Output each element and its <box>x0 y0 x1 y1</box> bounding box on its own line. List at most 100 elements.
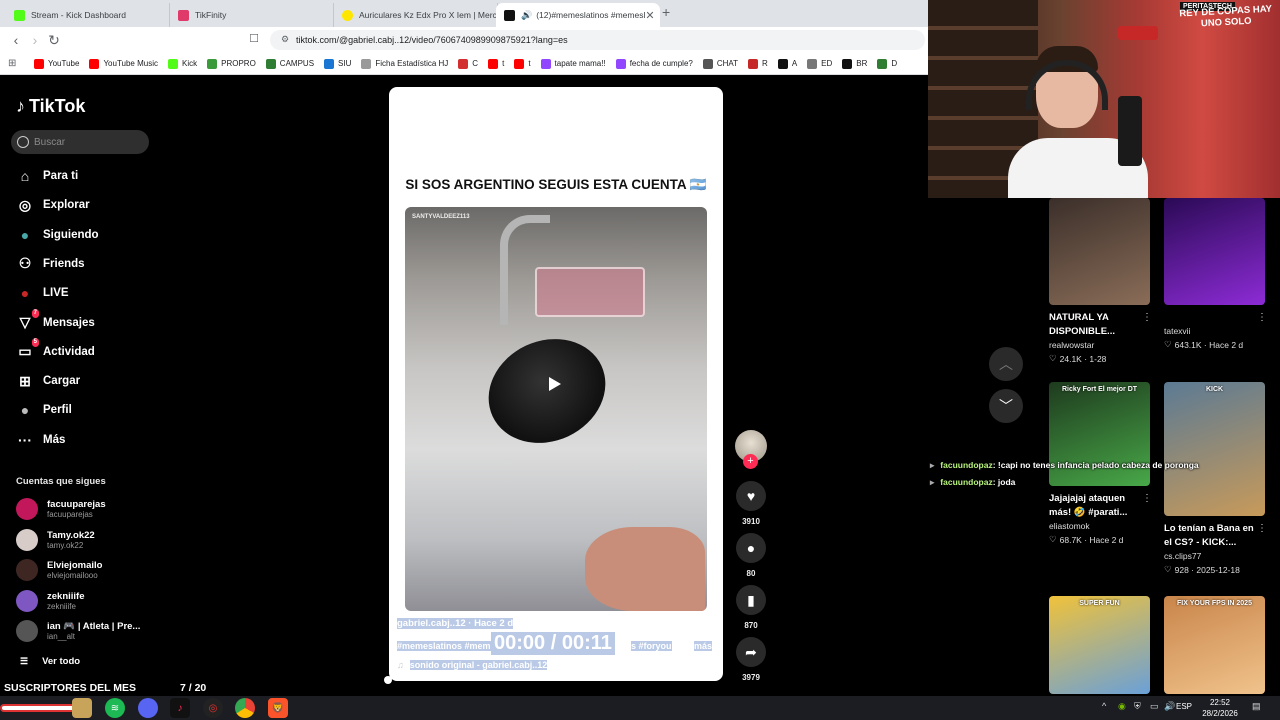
bookmark-item[interactable]: CAMPUS <box>265 58 314 69</box>
sidebar-item-siguiendo[interactable]: ● Siguiendo <box>16 225 99 245</box>
bookmark-item[interactable]: C <box>458 58 478 69</box>
video-author[interactable]: eliastomok <box>1049 521 1090 531</box>
tab-tiktok-active[interactable]: 🔊 (12)#memeslatinos #memesl ✕ <box>496 3 660 27</box>
video-player[interactable]: SANTYVALDEEZ113 <box>405 207 707 611</box>
sidebar-item-live[interactable]: ● LIVE <box>16 283 69 303</box>
more-button[interactable]: más <box>694 641 713 651</box>
network-icon[interactable]: ▭ <box>1150 701 1159 712</box>
progress-handle[interactable] <box>384 676 392 684</box>
bookmark-item[interactable]: tapate mama!! <box>540 58 606 69</box>
back-icon[interactable]: ‹ <box>8 32 24 48</box>
sidebar-item-explorar[interactable]: ◎ Explorar <box>16 195 90 215</box>
following-account[interactable]: Elviejomailo elviejomailooo <box>16 559 102 581</box>
follow-plus-icon[interactable]: + <box>743 454 758 469</box>
video-author[interactable]: realwowstar <box>1049 340 1094 350</box>
close-tab-icon[interactable]: ✕ <box>645 9 654 22</box>
notifications-icon[interactable]: ▤ <box>1252 701 1261 712</box>
video-title[interactable]: Jajajajaj ataquen más! 🤣 #parati... <box>1049 492 1144 520</box>
following-account[interactable]: ian 🎮 | Atleta | Pre... ian__alt <box>16 620 140 642</box>
bookmark-item[interactable]: ED <box>807 58 832 69</box>
bookmark-item[interactable]: YouTube Music <box>89 58 158 69</box>
video-hashtags[interactable]: #memeslatinos #mem <box>397 641 491 651</box>
video-author[interactable]: tatexvii <box>1164 326 1190 336</box>
new-tab-button[interactable]: + <box>662 4 670 20</box>
search-input[interactable]: Buscar <box>11 130 149 154</box>
brave-icon[interactable]: 🦁 <box>268 698 288 718</box>
language-indicator[interactable]: ESP <box>1176 702 1192 711</box>
tab-tikfinity[interactable]: TikFinity <box>170 3 334 27</box>
spotify-icon[interactable]: ≋ <box>105 698 125 718</box>
bookmark-item[interactable]: PROPRO <box>207 58 256 69</box>
bookmark-page-icon[interactable]: ☐ <box>246 32 262 45</box>
tiktok-taskbar-icon[interactable]: ♪ <box>170 698 190 718</box>
volume-icon[interactable]: 🔊 <box>1164 701 1175 712</box>
file-explorer-icon[interactable] <box>72 698 92 718</box>
obs-icon[interactable]: ◎ <box>203 698 223 718</box>
sidebar-item-actividad[interactable]: ▭ 5 Actividad <box>16 337 95 362</box>
nvidia-icon[interactable]: ◉ <box>1118 701 1126 712</box>
tray-chevron-icon[interactable]: ^ <box>1102 701 1106 711</box>
video-thumbnail[interactable]: SUPER FUN <box>1049 596 1150 694</box>
bookmark-item[interactable]: t <box>514 58 531 69</box>
sidebar-item-perfil[interactable]: ● Perfil <box>16 400 72 420</box>
taskbar-search-box[interactable] <box>0 704 80 712</box>
previous-video-button[interactable]: ︿ <box>989 347 1023 381</box>
more-options-icon[interactable]: ⋮ <box>1257 523 1267 534</box>
bookmark-item[interactable]: t <box>488 58 504 69</box>
play-icon[interactable] <box>549 377 561 391</box>
discord-icon[interactable] <box>138 698 158 718</box>
video-thumbnail[interactable]: KICK <box>1164 382 1265 516</box>
bookmark-item[interactable]: BR <box>842 58 867 69</box>
heart-action[interactable]: ♥ 3910 <box>735 481 767 526</box>
tab-kick-dashboard[interactable]: Stream - Kick Dashboard <box>6 3 170 27</box>
share-action[interactable]: ➦ 3979 <box>735 637 767 682</box>
bookmark-item[interactable]: D <box>877 58 897 69</box>
chrome-icon[interactable] <box>235 698 255 718</box>
shield-icon[interactable]: ⛨ <box>1134 701 1141 712</box>
sidebar-item-m-s[interactable]: ··· Más <box>16 430 65 450</box>
speaker-icon[interactable]: 🔊 <box>521 10 532 21</box>
sidebar-item-para-ti[interactable]: ⌂ Para ti <box>16 166 78 186</box>
stats-text: 928 · 2025-12-18 <box>1174 564 1240 575</box>
video-title[interactable]: NATURAL YA DISPONIBLE... <box>1049 311 1144 339</box>
following-account[interactable]: facuuparejas facuuparejas <box>16 498 106 520</box>
bookmark-item[interactable]: A <box>777 58 797 69</box>
video-author-line[interactable]: gabriel.cabj..12 · Hace 2 d <box>397 618 514 629</box>
bookmark-action[interactable]: ▮ 870 <box>735 585 767 630</box>
see-all-button[interactable]: ☰ Ver todo <box>20 656 80 667</box>
following-account[interactable]: Tamy.ok22 tamy.ok22 <box>16 528 95 551</box>
bookmark-item[interactable]: YouTube <box>34 58 79 69</box>
video-thumbnail[interactable]: FIX YOUR FPS IN 2025 <box>1164 596 1265 694</box>
sidebar-item-mensajes[interactable]: ▽ 7 Mensajes <box>16 308 95 333</box>
bookmark-item[interactable]: SIU <box>324 58 351 69</box>
video-card[interactable]: SI SOS ARGENTINO SEGUIS ESTA CUENTA 🇦🇷 S… <box>389 87 723 681</box>
tiktok-logo[interactable]: ♪ TikTok <box>16 96 85 117</box>
forward-icon[interactable]: › <box>27 32 43 48</box>
reload-icon[interactable]: ↻ <box>46 32 62 49</box>
video-hashtags-tail[interactable]: s #foryou <box>631 641 672 651</box>
video-sound[interactable]: ♫ sonido original - gabriel.cabj..12 <box>397 660 548 670</box>
url-field[interactable]: tiktok.com/@gabriel.cabj..12/video/76067… <box>270 30 925 50</box>
comment-action[interactable]: ● 80 <box>735 533 767 578</box>
sidebar-item-friends[interactable]: ⚇ Friends <box>16 254 85 274</box>
bookmark-item[interactable]: Ficha Estadística HJ <box>361 58 448 69</box>
tab-mercadolibre[interactable]: Auriculares Kz Edx Pro X Iem | Mercad <box>334 3 498 27</box>
following-account[interactable]: zekniiife zekniiife <box>16 589 85 612</box>
video-watermark: SANTYVALDEEZ113 <box>412 214 470 220</box>
bookmark-item[interactable]: Kick <box>168 58 197 69</box>
next-video-button[interactable]: ﹀ <box>989 389 1023 423</box>
video-thumbnail[interactable] <box>1049 198 1150 305</box>
bookmark-item[interactable]: R <box>748 58 768 69</box>
video-title[interactable]: Lo tenían a Bana en el CS? - KICK:... <box>1164 522 1259 550</box>
more-options-icon[interactable]: ⋮ <box>1257 312 1267 323</box>
sidebar-item-cargar[interactable]: ⊞ Cargar <box>16 371 80 391</box>
bookmark-item[interactable]: CHAT <box>702 58 738 69</box>
apps-grid-icon[interactable]: ⊞ <box>8 58 16 69</box>
site-info-icon[interactable]: ⚙ <box>281 34 289 45</box>
taskbar-clock[interactable]: 22:52 28/2/2026 <box>1200 697 1240 719</box>
more-options-icon[interactable]: ⋮ <box>1142 493 1152 504</box>
bookmark-item[interactable]: fecha de cumple? <box>615 58 693 69</box>
more-options-icon[interactable]: ⋮ <box>1142 312 1152 323</box>
video-thumbnail[interactable] <box>1164 198 1265 305</box>
video-author[interactable]: cs.clips77 <box>1164 551 1201 561</box>
